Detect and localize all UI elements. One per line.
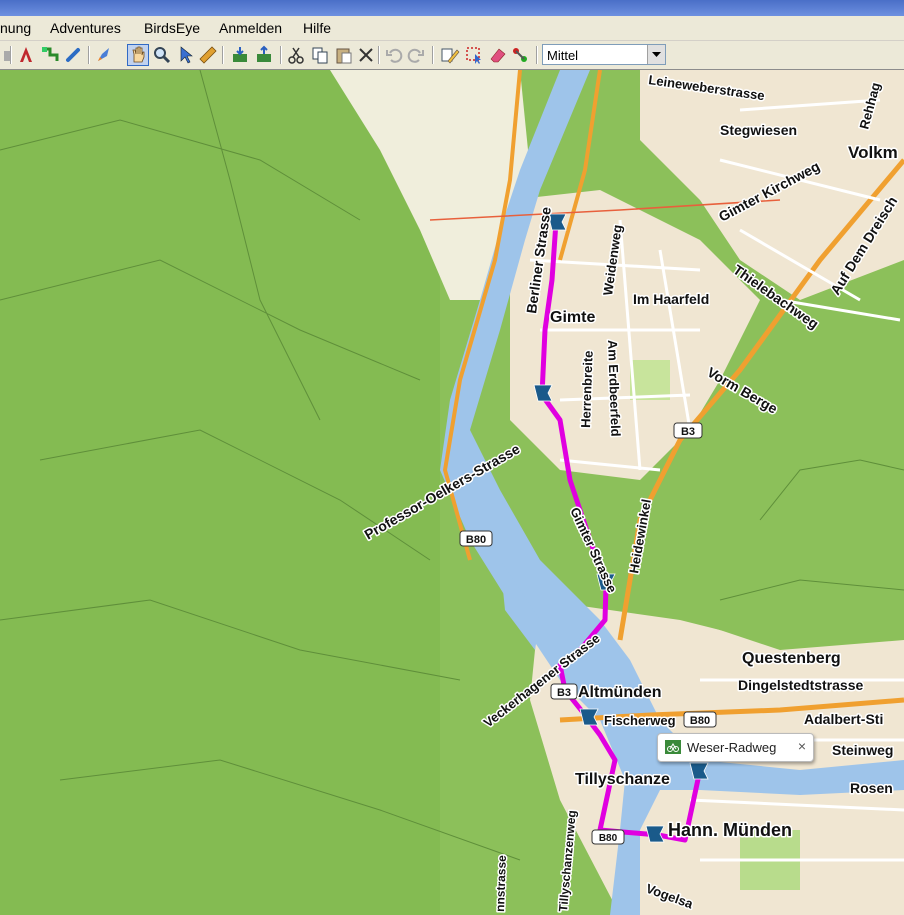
detail-level-value: Mittel xyxy=(547,48,579,63)
route-name: Weser-Radweg xyxy=(687,740,777,755)
road-shield-b80: B80 xyxy=(459,530,493,547)
place-label-tillyschanze: Tillyschanze xyxy=(575,771,670,788)
eraser-icon[interactable] xyxy=(488,45,508,65)
menu-bar: nung Adventures BirdsEye Anmelden Hilfe xyxy=(0,16,904,41)
menu-item-birdseye[interactable]: BirdsEye xyxy=(144,20,200,36)
place-label-gimte: Gimte xyxy=(550,309,595,326)
zoom-magnifier-icon[interactable] xyxy=(152,45,172,65)
menu-item-anmelden[interactable]: Anmelden xyxy=(219,20,282,36)
road-shield-b80: B80 xyxy=(591,829,625,845)
toolbar-separator xyxy=(88,46,90,64)
svg-text:B3: B3 xyxy=(557,687,571,699)
place-label-im-haarfeld: Im Haarfeld xyxy=(633,291,709,307)
street-label: Herrenbreite xyxy=(578,350,596,428)
bike-route-icon xyxy=(665,740,681,754)
street-label: Rosen xyxy=(850,780,893,796)
street-label: Adalbert-Sti xyxy=(804,711,883,727)
undo-icon[interactable] xyxy=(384,45,404,65)
window-titlebar xyxy=(0,0,904,16)
place-label-volkmarshausen: Volkm xyxy=(848,143,898,162)
toolbar-separator xyxy=(10,46,12,64)
route-tooltip[interactable]: Weser-Radweg × xyxy=(657,733,814,762)
forest-west xyxy=(0,70,440,915)
toolbar-separator xyxy=(280,46,282,64)
select-arrow-icon[interactable] xyxy=(176,45,196,65)
chevron-down-icon[interactable] xyxy=(647,45,665,64)
delete-x-icon[interactable] xyxy=(356,45,376,65)
route-icon[interactable] xyxy=(40,45,60,65)
menu-item-planung[interactable]: nung xyxy=(0,20,31,36)
street-label: Fischerweg xyxy=(604,713,676,728)
menu-item-adventures[interactable]: Adventures xyxy=(50,20,121,36)
toolbar-separator xyxy=(222,46,224,64)
redo-icon[interactable] xyxy=(406,45,426,65)
waypoint-icon[interactable] xyxy=(16,45,36,65)
menu-item-hilfe[interactable]: Hilfe xyxy=(303,20,331,36)
street-label: Dingelstedtstrasse xyxy=(738,677,863,693)
paste-icon[interactable] xyxy=(334,45,354,65)
svg-text:B3: B3 xyxy=(681,426,695,438)
toolbar-separator xyxy=(378,46,380,64)
place-label-stegwiesen: Stegwiesen xyxy=(720,122,797,138)
street-label: Steinweg xyxy=(832,742,893,758)
close-icon[interactable]: × xyxy=(798,738,806,754)
edit-pencil-icon[interactable] xyxy=(440,45,460,65)
place-label-altmuenden: Altmünden xyxy=(578,684,662,701)
toolbar-separator xyxy=(432,46,434,64)
cut-scissors-icon[interactable] xyxy=(286,45,306,65)
receive-device-icon[interactable] xyxy=(230,45,250,65)
map-view[interactable]: B3 B80 B80 B3 B80 Gimte Altmünden Queste… xyxy=(0,70,904,915)
select-area-icon[interactable] xyxy=(464,45,484,65)
send-device-icon[interactable] xyxy=(254,45,274,65)
road-shield-b3: B3 xyxy=(550,683,578,700)
toolbar xyxy=(0,41,904,70)
measure-ruler-icon[interactable] xyxy=(198,45,218,65)
svg-text:B80: B80 xyxy=(690,715,710,727)
street-label: nnstrasse xyxy=(493,855,509,912)
svg-text:B80: B80 xyxy=(466,534,486,546)
road-shield-b80: B80 xyxy=(683,711,717,728)
place-label-questenberg: Questenberg xyxy=(742,650,841,667)
road-shield-b3: B3 xyxy=(673,422,703,439)
detail-level-select[interactable]: Mittel xyxy=(542,44,666,65)
place-label-hann-muenden: Hann. Münden xyxy=(668,820,792,840)
rocket-icon[interactable] xyxy=(94,45,114,65)
track-icon[interactable] xyxy=(64,45,84,65)
hand-pan-icon[interactable] xyxy=(127,44,149,66)
copy-icon[interactable] xyxy=(310,45,330,65)
svg-text:B80: B80 xyxy=(599,833,618,844)
park-parcel xyxy=(630,360,670,400)
toolbar-separator xyxy=(536,46,538,64)
route-tools-icon[interactable] xyxy=(510,45,530,65)
